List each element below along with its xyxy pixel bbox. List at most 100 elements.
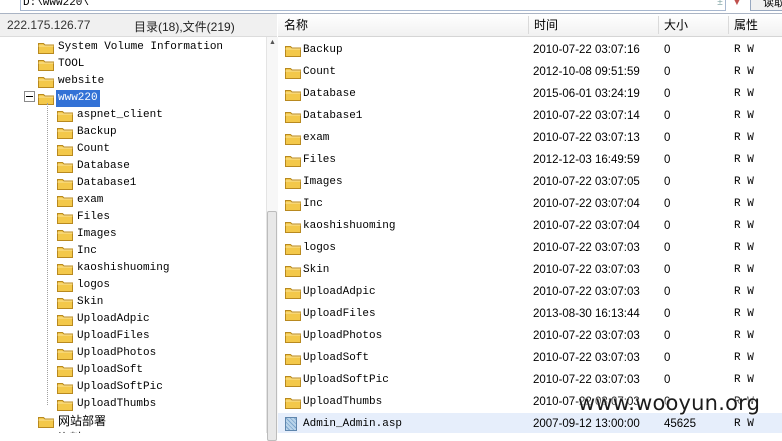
column-time[interactable]: 时间: [528, 14, 658, 36]
tree-scrollbar[interactable]: ▲: [266, 37, 278, 441]
list-row[interactable]: Files 2012-12-03 16:49:59 0 R W: [278, 149, 782, 171]
folder-icon: [57, 332, 73, 343]
list-row[interactable]: Admin_Admin.asp 2007-09-12 13:00:00 45625 R…: [278, 413, 782, 433]
tree-item-label: System Volume Information: [58, 41, 224, 53]
file-list: Backup 2010-07-22 03:07:16 0 R W Count 2012-1…: [278, 37, 782, 433]
directory-tree: System Volume Information TOOL website www2…: [0, 37, 267, 433]
row-time: 2010-07-22 03:07:03: [533, 286, 640, 298]
folder-icon: [57, 162, 73, 173]
row-attr: R W: [734, 176, 754, 188]
row-time: 2010-07-22 03:07:04: [533, 220, 640, 232]
row-size: 0: [664, 44, 671, 56]
list-row[interactable]: UploadSoft 2010-07-22 03:07:03 0 R W: [278, 347, 782, 369]
folder-icon: [57, 196, 73, 207]
row-attr: R W: [734, 374, 754, 386]
path-input[interactable]: D:\www220\: [20, 0, 726, 11]
folder-icon: [285, 398, 301, 409]
tree-item-label: logos: [77, 279, 111, 291]
tree-item-label: kaoshishuoming: [77, 262, 170, 274]
row-attr: R W: [734, 308, 754, 320]
tree-guide-line: [47, 103, 48, 405]
folder-icon: [57, 128, 73, 139]
chevron-down-icon[interactable]: ▼: [728, 0, 746, 10]
column-attr[interactable]: 属性: [728, 14, 782, 36]
read-button[interactable]: 读取: [750, 0, 782, 11]
row-attr: R W: [734, 242, 754, 254]
folder-icon: [38, 60, 54, 71]
row-time: 2012-12-03 16:49:59: [533, 154, 640, 166]
row-name: Backup: [303, 44, 343, 56]
folder-icon: [285, 288, 301, 299]
row-size: 0: [664, 154, 671, 166]
list-row[interactable]: Images 2010-07-22 03:07:05 0 R W: [278, 171, 782, 193]
row-time: 2010-07-22 03:07:03: [533, 264, 640, 276]
tree-item-label: Count: [77, 143, 111, 155]
row-attr: R W: [734, 330, 754, 342]
folder-icon: [57, 145, 73, 156]
row-attr: R W: [734, 110, 754, 122]
list-row[interactable]: Database 2015-06-01 03:24:19 0 R W: [278, 83, 782, 105]
row-time: 2010-07-22 03:07:13: [533, 132, 640, 144]
row-size: 0: [664, 330, 671, 342]
row-name: UploadSoft: [303, 352, 370, 364]
folder-icon: [57, 111, 73, 122]
tree-item-label: UploadAdpic: [77, 313, 150, 325]
row-time: 2010-07-22 03:07:03: [533, 330, 640, 342]
row-name: Images: [303, 176, 343, 188]
asp-file-icon: [285, 417, 297, 431]
path-history-icon[interactable]: ±: [714, 0, 726, 10]
scroll-up-icon[interactable]: ▲: [269, 39, 276, 46]
row-size: 0: [664, 198, 671, 210]
folder-icon: [57, 349, 73, 360]
list-row[interactable]: UploadAdpic 2010-07-22 03:07:03 0 R W: [278, 281, 782, 303]
folder-icon: [285, 134, 301, 145]
list-row[interactable]: kaoshishuoming 2010-07-22 03:07:04 0 R W: [278, 215, 782, 237]
row-size: 0: [664, 220, 671, 232]
list-row[interactable]: Database1 2010-07-22 03:07:14 0 R W: [278, 105, 782, 127]
row-time: 2010-07-22 03:07:03: [533, 352, 640, 364]
collapse-minus-icon[interactable]: [24, 91, 35, 102]
column-name[interactable]: 名称: [278, 14, 528, 36]
list-row[interactable]: Count 2012-10-08 09:51:59 0 R W: [278, 61, 782, 83]
row-size: 0: [664, 264, 671, 276]
folder-icon: [285, 376, 301, 387]
folder-icon: [38, 43, 54, 54]
row-time: 2010-07-22 03:07:03: [533, 374, 640, 386]
folder-icon: [285, 332, 301, 343]
tree-item-label: Images: [77, 228, 117, 240]
folder-icon: [285, 310, 301, 321]
list-row[interactable]: logos 2010-07-22 03:07:03 0 R W: [278, 237, 782, 259]
folder-icon: [57, 315, 73, 326]
watermark: www.wooyun.org: [578, 391, 761, 415]
list-row[interactable]: UploadSoftPic 2010-07-22 03:07:03 0 R W: [278, 369, 782, 391]
folder-icon: [57, 400, 73, 411]
folder-icon: [38, 417, 54, 428]
folder-icon: [57, 230, 73, 241]
row-time: 2007-09-12 13:00:00: [533, 418, 640, 430]
list-row[interactable]: exam 2010-07-22 03:07:13 0 R W: [278, 127, 782, 149]
folder-icon: [285, 266, 301, 277]
list-row[interactable]: Backup 2010-07-22 03:07:16 0 R W: [278, 39, 782, 61]
scroll-thumb[interactable]: [267, 211, 277, 441]
list-row[interactable]: Inc 2010-07-22 03:07:04 0 R W: [278, 193, 782, 215]
list-row[interactable]: UploadFiles 2013-08-30 16:13:44 0 R W: [278, 303, 782, 325]
tree-item-label: UploadPhotos: [77, 347, 157, 359]
tree-item-label: UploadFiles: [77, 330, 150, 342]
row-size: 0: [664, 374, 671, 386]
row-name: Database1: [303, 110, 363, 122]
tree-item-label: Inc: [77, 245, 97, 257]
row-name: Skin: [303, 264, 330, 276]
row-attr: R W: [734, 66, 754, 78]
column-size[interactable]: 大小: [658, 14, 728, 36]
folder-icon: [285, 112, 301, 123]
row-name: Count: [303, 66, 337, 78]
list-row[interactable]: Skin 2010-07-22 03:07:03 0 R W: [278, 259, 782, 281]
row-name: logos: [303, 242, 337, 254]
row-time: 2010-07-22 03:07:03: [533, 242, 640, 254]
row-name: UploadSoftPic: [303, 374, 389, 386]
folder-icon: [57, 179, 73, 190]
tree-item-label: Files: [77, 211, 111, 223]
row-attr: R W: [734, 352, 754, 364]
list-row[interactable]: UploadPhotos 2010-07-22 03:07:03 0 R W: [278, 325, 782, 347]
folder-icon: [285, 68, 301, 79]
